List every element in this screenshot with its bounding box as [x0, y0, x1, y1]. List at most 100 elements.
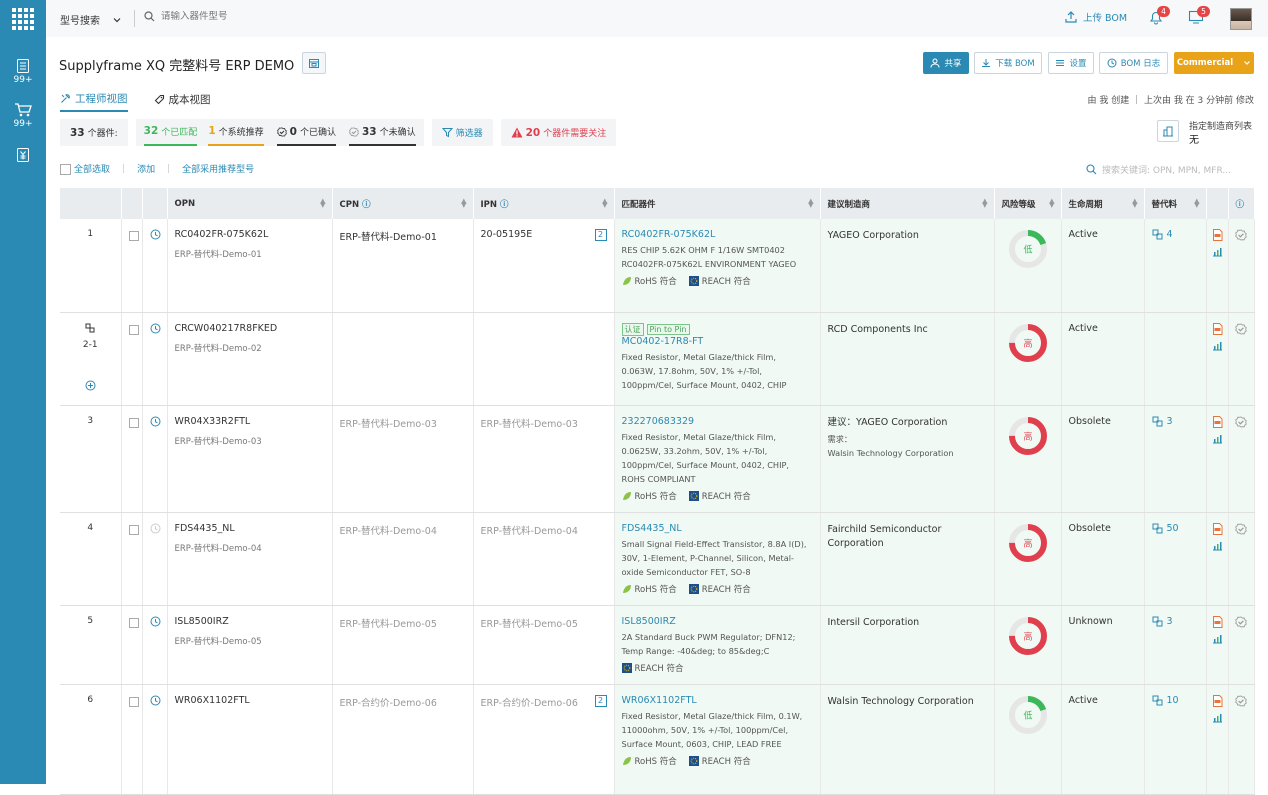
attention-button[interactable]: 20 个器件需要关注 — [500, 119, 617, 146]
row-checkbox[interactable] — [128, 617, 139, 628]
cpn-cell[interactable]: ERP-替代料-Demo-05 — [332, 605, 474, 685]
cpn-cell[interactable] — [332, 312, 474, 406]
datasheet-pdf-icon[interactable] — [1212, 322, 1223, 335]
chart-icon[interactable] — [1212, 712, 1223, 723]
confirm-badge-icon[interactable] — [1235, 523, 1247, 535]
table-row[interactable]: 4 FDS4435_NL ERP-替代料-Demo-04 ERP-替代料-Dem… — [60, 512, 1255, 606]
col-match[interactable]: 匹配器件 ▲ ▼ — [614, 188, 821, 219]
alternatives-link[interactable]: 50 — [1152, 523, 1199, 534]
table-row[interactable]: 1 RC0402FR-075K62L ERP-替代料-Demo-01 ERP-替… — [60, 219, 1255, 313]
chart-icon[interactable] — [1212, 340, 1223, 351]
plan-dropdown[interactable]: Commercial — [1174, 52, 1254, 74]
risk-gauge[interactable]: 低 — [1006, 693, 1050, 737]
sort-icon[interactable]: ▲ ▼ — [982, 198, 987, 209]
cpn-cell[interactable]: ERP-替代料-Demo-03 — [332, 405, 474, 513]
bom-log-button[interactable]: BOM 日志 — [1099, 52, 1168, 74]
row-checkbox[interactable] — [128, 417, 139, 428]
download-bom-button[interactable]: 下载 BOM — [974, 52, 1042, 74]
clock-icon[interactable] — [150, 523, 161, 534]
stat-recommended[interactable]: 1 个系统推荐 — [208, 119, 264, 146]
confirm-badge-icon[interactable] — [1235, 616, 1247, 628]
chart-icon[interactable] — [1212, 246, 1223, 257]
alternatives-link[interactable]: 3 — [1152, 616, 1199, 627]
table-row[interactable]: 5 ISL8500IRZ ERP-替代料-Demo-05 ERP-替代料-Dem… — [60, 605, 1255, 685]
row-checkbox[interactable] — [128, 524, 139, 535]
row-checkbox[interactable] — [128, 324, 139, 335]
col-opn[interactable]: OPN ▲ ▼ — [167, 188, 333, 219]
matched-part-link[interactable]: WR06X1102FTL — [622, 695, 813, 706]
upload-bom-button[interactable]: 上传 BOM — [1064, 10, 1127, 24]
sort-icon[interactable]: ▲ ▼ — [602, 198, 607, 209]
cpn-cell[interactable]: ERP-替代料-Demo-04 — [332, 512, 474, 606]
row-checkbox[interactable] — [128, 231, 139, 241]
col-alt[interactable]: 替代料 ▲ ▼ — [1144, 188, 1207, 219]
risk-gauge[interactable]: 高 — [1006, 414, 1050, 458]
select-all[interactable]: 全部选取 — [60, 162, 110, 175]
ipn-count-badge[interactable]: 2 — [594, 694, 607, 707]
ipn-count-badge[interactable]: 2 — [594, 229, 607, 241]
cpn-cell[interactable]: ERP-合约价-Demo-06 — [332, 684, 474, 795]
stat-unconfirmed[interactable]: 33 个未确认 — [348, 119, 416, 146]
sort-icon[interactable]: ▲ ▼ — [1132, 198, 1137, 209]
sort-icon[interactable]: ▲ ▼ — [1049, 198, 1054, 209]
settings-button[interactable]: 设置 — [1048, 52, 1094, 74]
confirm-badge-icon[interactable] — [1235, 229, 1247, 241]
split-icon[interactable] — [85, 323, 95, 333]
col-risk[interactable]: 风险等级 ▲ ▼ — [994, 188, 1062, 219]
risk-gauge[interactable]: 高 — [1006, 614, 1050, 658]
risk-gauge[interactable]: 低 — [1006, 227, 1050, 271]
add-button[interactable]: 添加 — [137, 162, 155, 175]
row-checkbox[interactable] — [128, 696, 139, 707]
ipn-cell[interactable]: 20-05195E 2 — [473, 219, 615, 313]
table-row[interactable]: 6 WR06X1102FTL ERP-合约价-Demo-06 ERP-合约价-D… — [60, 684, 1255, 795]
sidebar-item-cart[interactable]: 99+ — [0, 102, 46, 129]
select-all-checkbox[interactable] — [60, 164, 71, 175]
col-ipn[interactable]: IPN ⓘ ▲ ▼ — [473, 188, 615, 219]
clock-icon[interactable] — [150, 695, 161, 706]
datasheet-pdf-icon[interactable] — [1212, 229, 1223, 241]
sidebar-item-price[interactable] — [0, 147, 46, 163]
bom-info-button[interactable] — [302, 52, 326, 74]
risk-gauge[interactable]: 高 — [1006, 521, 1050, 565]
user-avatar[interactable] — [1230, 8, 1252, 30]
alternatives-link[interactable]: 10 — [1152, 695, 1199, 706]
opn-cell[interactable]: RC0402FR-075K62L ERP-替代料-Demo-01 — [167, 219, 333, 313]
confirm-badge-icon[interactable] — [1235, 323, 1247, 335]
opn-cell[interactable]: ISL8500IRZ ERP-替代料-Demo-05 — [167, 605, 333, 685]
datasheet-pdf-icon[interactable] — [1212, 522, 1223, 535]
ipn-cell[interactable]: ERP-合约价-Demo-06 2 — [473, 684, 615, 795]
datasheet-pdf-icon[interactable] — [1212, 694, 1223, 707]
tab-cost-view[interactable]: 成本视图 — [154, 91, 211, 112]
tab-engineer-view[interactable]: 工程师视图 — [60, 91, 128, 112]
matched-part-link[interactable]: 232270683329 — [622, 416, 813, 427]
opn-cell[interactable]: WR06X1102FTL — [167, 684, 333, 795]
ipn-cell[interactable]: ERP-替代料-Demo-04 — [473, 512, 615, 606]
chart-icon[interactable] — [1212, 433, 1223, 444]
app-grid-logo-icon[interactable] — [11, 7, 35, 31]
clock-icon[interactable] — [150, 323, 161, 334]
matched-part-link[interactable]: FDS4435_NL — [622, 523, 813, 534]
manufacturer-list-button[interactable] — [1157, 120, 1179, 142]
search-mode-select[interactable]: 型号搜索 — [60, 12, 122, 27]
notifications-button[interactable]: 4 — [1148, 6, 1170, 28]
sort-icon[interactable]: ▲ ▼ — [461, 198, 466, 209]
sort-icon[interactable]: ▲ ▼ — [320, 198, 325, 209]
stat-confirmed[interactable]: 0 个已确认 — [276, 119, 336, 146]
clock-icon[interactable] — [150, 416, 161, 427]
sort-icon[interactable]: ▲ ▼ — [808, 198, 813, 209]
matched-part-link[interactable]: RC0402FR-075K62L — [622, 229, 813, 240]
part-search-input[interactable] — [161, 11, 361, 22]
ipn-cell[interactable]: ERP-替代料-Demo-05 — [473, 605, 615, 685]
share-button[interactable]: 共享 — [923, 52, 969, 74]
chart-icon[interactable] — [1212, 633, 1223, 644]
cpn-cell[interactable]: ERP-替代料-Demo-01 — [332, 219, 474, 313]
help-icon[interactable]: ⓘ — [362, 200, 371, 210]
keyword-search-input[interactable]: 搜索关键词: OPN, MPN, MFR... — [1102, 163, 1231, 176]
opn-cell[interactable]: FDS4435_NL ERP-替代料-Demo-04 — [167, 512, 333, 606]
col-lifecycle[interactable]: 生命周期 ▲ ▼ — [1061, 188, 1145, 219]
help-icon[interactable]: ⓘ — [1236, 200, 1245, 210]
opn-cell[interactable]: WR04X33R2FTL ERP-替代料-Demo-03 — [167, 405, 333, 513]
add-circle-icon[interactable] — [67, 380, 114, 394]
risk-gauge[interactable]: 高 — [1006, 321, 1050, 365]
alternatives-link[interactable]: 3 — [1152, 416, 1199, 427]
